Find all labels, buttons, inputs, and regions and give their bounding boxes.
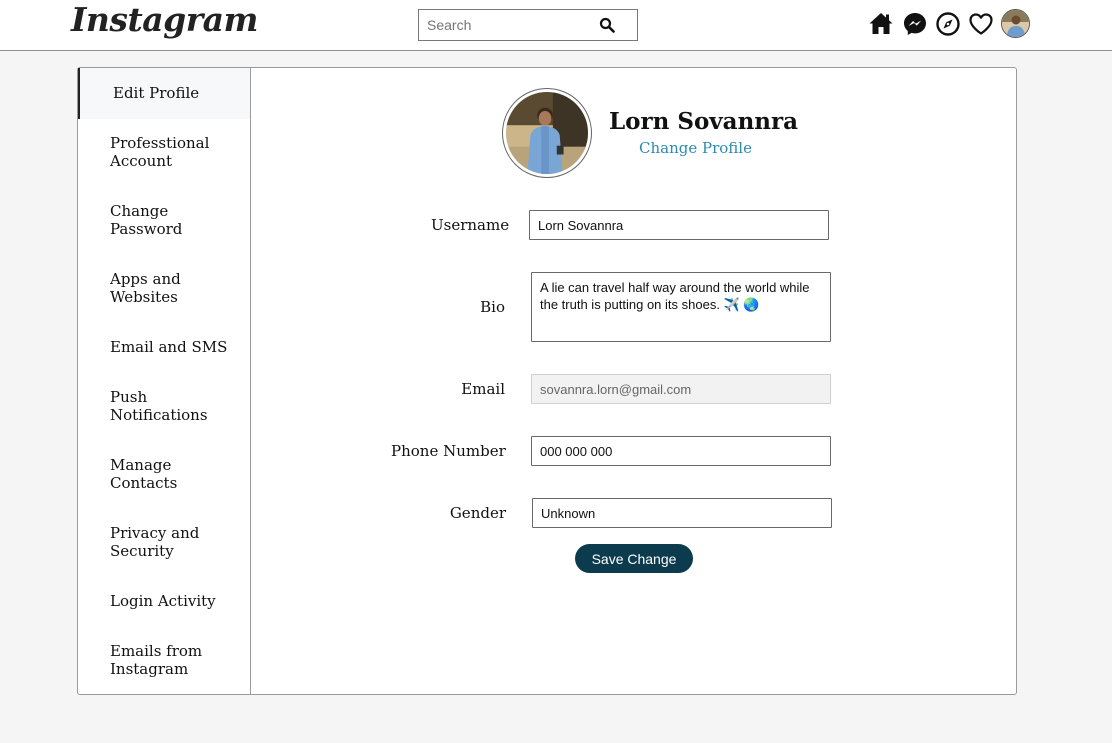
profile-picture[interactable] [502,88,592,178]
sidebar-item-label: Manage Contacts [110,456,178,492]
search-icon[interactable] [599,17,615,33]
phone-number-label: Phone Number [391,442,506,460]
username-label: Username [431,216,510,234]
sidebar-item-emails-from-instagram[interactable]: Emails from Instagram [78,642,250,678]
sidebar-item-edit-profile[interactable]: Edit Profile [78,68,250,119]
home-icon[interactable] [868,11,894,37]
search-box [418,9,638,41]
sidebar-item-push-notifications[interactable]: Push Notifications [78,388,250,424]
sidebar-item-label: Professtional Account [110,134,210,170]
settings-card: Edit Profile Professtional Account Chang… [77,67,1017,695]
sidebar-item-label: Emails from Instagram [110,642,203,678]
sidebar-item-change-password[interactable]: Change Password [78,202,250,238]
sidebar-item-label: Edit Profile [113,84,200,102]
messenger-icon[interactable] [902,11,928,37]
email-field [531,374,831,404]
sidebar-item-label: Login Activity [110,592,216,610]
sidebar-item-privacy-and-security[interactable]: Privacy and Security [78,524,250,560]
bio-field[interactable]: A lie can travel half way around the wor… [531,272,831,342]
search-input[interactable] [419,10,599,40]
compass-icon[interactable] [935,11,961,37]
save-change-button[interactable]: Save Change [575,544,693,573]
sidebar-item-manage-contacts[interactable]: Manage Contacts [78,456,250,492]
email-label: Email [461,380,505,398]
settings-sidebar: Edit Profile Professtional Account Chang… [78,68,251,694]
avatar[interactable] [1001,9,1030,38]
profile-name: Lorn Sovannra [609,108,799,135]
sidebar-item-label: Change Password [110,202,183,238]
phone-number-field[interactable] [531,436,831,466]
heart-icon[interactable] [968,11,994,37]
instagram-logo[interactable]: Instagram [71,0,258,39]
sidebar-item-label: Push Notifications [110,388,208,424]
sidebar-item-email-and-sms[interactable]: Email and SMS [78,338,250,356]
gender-field[interactable] [532,498,832,528]
sidebar-item-label: Email and SMS [110,338,228,356]
sidebar-item-label: Privacy and Security [110,524,200,560]
username-field[interactable] [529,210,829,240]
sidebar-item-apps-and-websites[interactable]: Apps and Websites [78,270,250,306]
gender-label: Gender [449,504,506,522]
top-navigation-bar: Instagram [0,0,1112,51]
sidebar-item-professional-account[interactable]: Professtional Account [78,134,250,170]
bio-label: Bio [480,298,505,316]
change-profile-link[interactable]: Change Profile [639,139,752,157]
sidebar-item-login-activity[interactable]: Login Activity [78,592,250,610]
sidebar-item-label: Apps and Websites [110,270,181,306]
edit-profile-form: Lorn Sovannra Change Profile Username Bi… [251,68,1016,694]
